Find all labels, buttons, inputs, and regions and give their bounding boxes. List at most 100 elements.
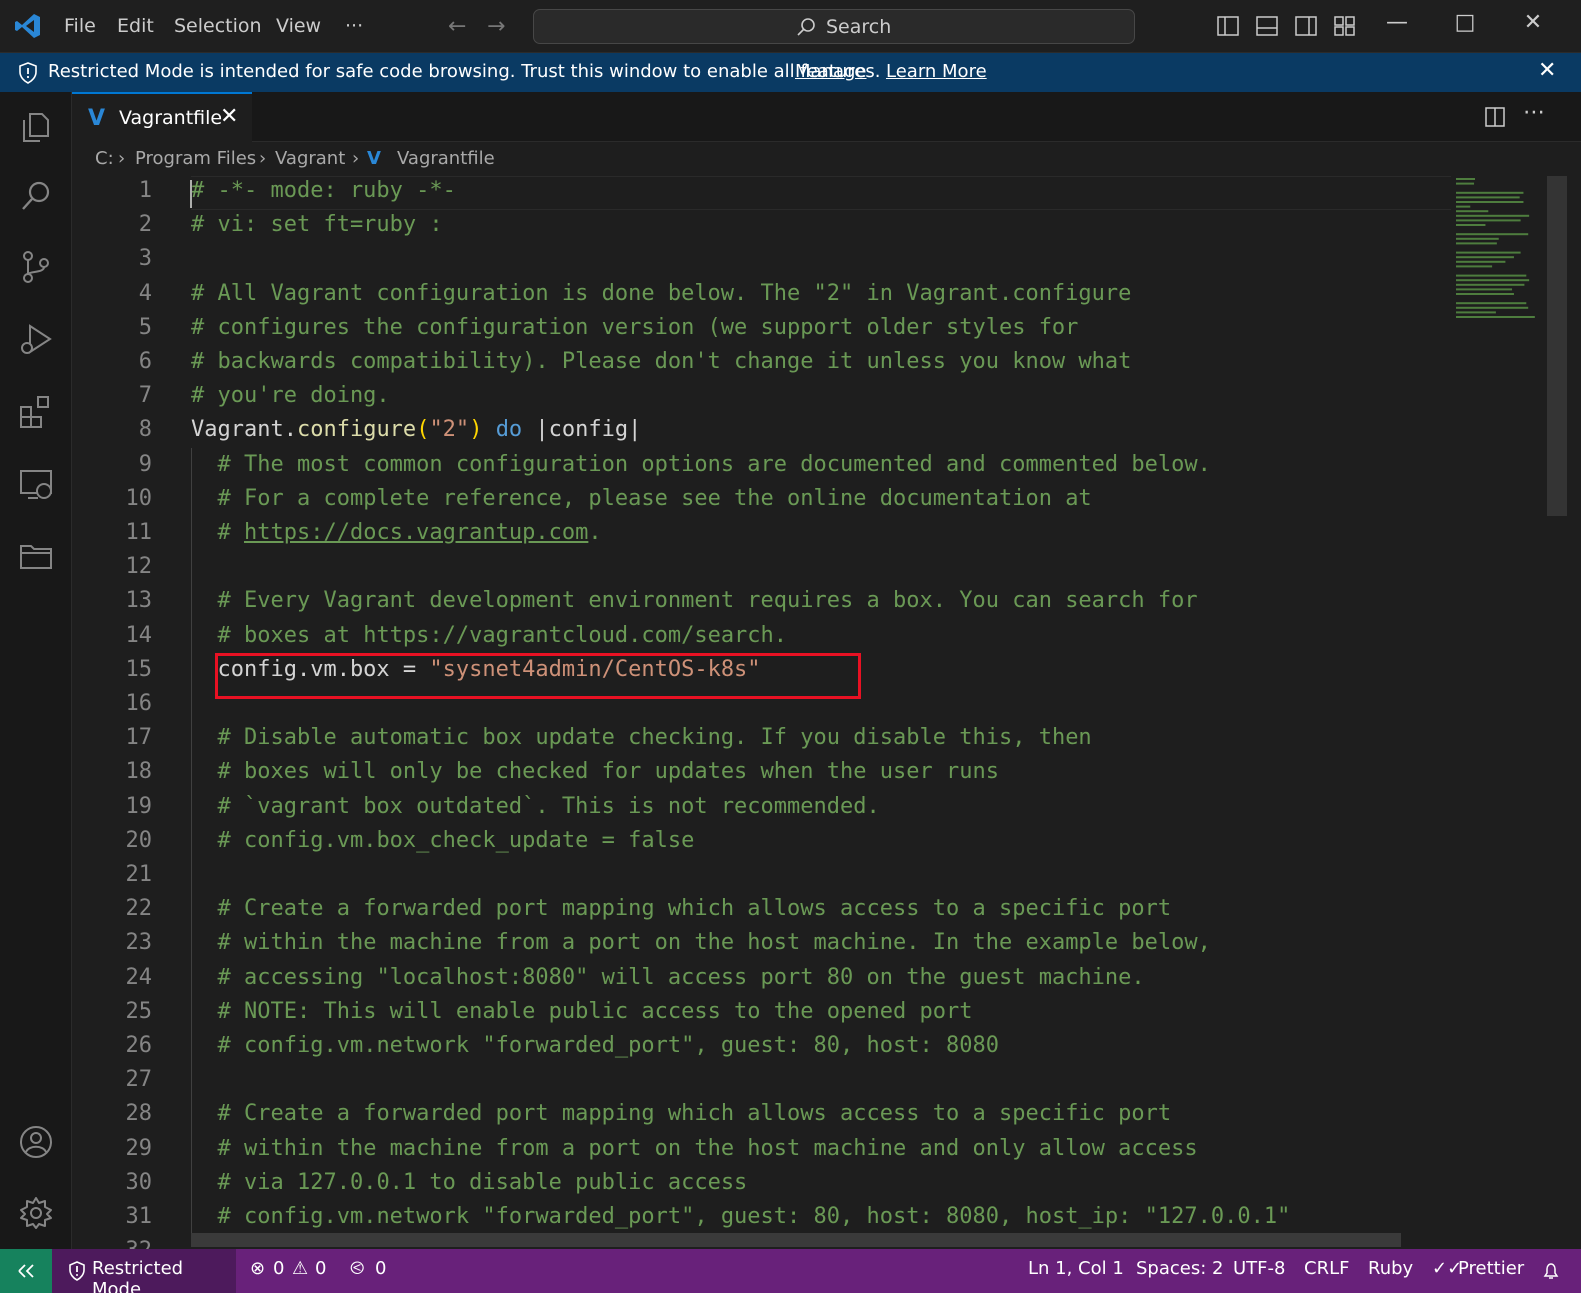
- folder-icon[interactable]: [18, 538, 54, 574]
- gear-icon[interactable]: [18, 1195, 54, 1231]
- code-line[interactable]: 23 # within the machine from a port on t…: [72, 928, 1581, 962]
- bell-icon[interactable]: [1541, 1261, 1561, 1281]
- menu-view[interactable]: View: [276, 0, 321, 53]
- code-line[interactable]: 18 # boxes will only be checked for upda…: [72, 757, 1581, 791]
- line-code: # All Vagrant configuration is done belo…: [191, 281, 1131, 306]
- forward-arrow-icon[interactable]: →: [487, 14, 505, 39]
- code-line[interactable]: 7 # you're doing.: [72, 381, 1581, 415]
- code-editor[interactable]: 1 # -*- mode: ruby -*- 2 # vi: set ft=ruby …: [72, 176, 1581, 1249]
- code-line[interactable]: 27: [72, 1065, 1581, 1099]
- vertical-scrollbar[interactable]: [1547, 176, 1567, 516]
- code-line[interactable]: 29 # within the machine from a port on t…: [72, 1134, 1581, 1168]
- code-line[interactable]: 11 # https://docs.vagrantup.com.: [72, 518, 1581, 552]
- horizontal-scrollbar[interactable]: [191, 1233, 1401, 1247]
- breadcrumb-drive[interactable]: C:: [95, 148, 114, 169]
- code-line[interactable]: 13 # Every Vagrant development environme…: [72, 586, 1581, 620]
- code-line[interactable]: 10 # For a complete reference, please se…: [72, 484, 1581, 518]
- breadcrumb-vagrant[interactable]: Vagrant: [275, 148, 345, 169]
- line-code: # you're doing.: [191, 383, 390, 408]
- code-line[interactable]: 22 # Create a forwarded port mapping whi…: [72, 894, 1581, 928]
- account-icon[interactable]: [18, 1124, 54, 1160]
- code-token: # Create a forwarded port mapping which …: [217, 896, 1172, 922]
- code-line[interactable]: 26 # config.vm.network "forwarded_port",…: [72, 1031, 1581, 1065]
- code-line[interactable]: 5 # configures the configuration version …: [72, 313, 1581, 347]
- line-code: # vi: set ft=ruby :: [191, 212, 443, 237]
- code-token: # Create a forwarded port mapping which …: [217, 1101, 1172, 1127]
- remote-explorer-icon[interactable]: [18, 467, 54, 503]
- command-center-search[interactable]: Search: [533, 9, 1135, 44]
- source-control-icon[interactable]: [18, 249, 54, 285]
- extensions-icon[interactable]: [18, 394, 54, 430]
- code-line[interactable]: 4 # All Vagrant configuration is done bel…: [72, 279, 1581, 313]
- code-line[interactable]: 24 # accessing "localhost:8080" will acc…: [72, 963, 1581, 997]
- customize-layout-icon[interactable]: [1333, 14, 1357, 38]
- run-debug-icon[interactable]: [18, 322, 54, 358]
- code-line[interactable]: 12: [72, 552, 1581, 586]
- minimap-line: [1456, 283, 1525, 286]
- code-line[interactable]: 14 # boxes at https://vagrantcloud.com/s…: [72, 621, 1581, 655]
- tab-vagrantfile[interactable]: V Vagrantfile ✕: [72, 92, 252, 142]
- split-editor-icon[interactable]: [1484, 106, 1506, 128]
- line-number: 8: [138, 417, 152, 443]
- code-line[interactable]: 19 # `vagrant box outdated`. This is not…: [72, 792, 1581, 826]
- code-line[interactable]: 2 # vi: set ft=ruby :: [72, 210, 1581, 244]
- ports-icon[interactable]: ⧀: [350, 1258, 364, 1279]
- menu-file[interactable]: File: [64, 0, 96, 53]
- line-number: 6: [138, 349, 152, 374]
- code-line[interactable]: 1 # -*- mode: ruby -*-: [72, 176, 1581, 210]
- status-bar: Restricted Mode ⊗ 0 ⚠ 0 ⧀ 0 Ln 1, Col 1 …: [0, 1249, 1581, 1293]
- warning-count[interactable]: 0: [315, 1258, 326, 1279]
- language-mode[interactable]: Ruby: [1368, 1258, 1413, 1279]
- code-line[interactable]: 25 # NOTE: This will enable public acces…: [72, 997, 1581, 1031]
- banner-text: Restricted Mode is intended for safe cod…: [48, 61, 881, 82]
- close-window-icon[interactable]: ✕: [1518, 10, 1548, 35]
- maximize-icon[interactable]: □: [1450, 10, 1480, 35]
- remote-indicator[interactable]: [0, 1249, 52, 1293]
- toggle-secondary-sidebar-icon[interactable]: [1294, 14, 1318, 38]
- toggle-primary-sidebar-icon[interactable]: [1216, 14, 1240, 38]
- back-arrow-icon[interactable]: ←: [448, 14, 466, 39]
- line-code: # config.vm.network "forwarded_port", gu…: [191, 1033, 999, 1058]
- menu-selection[interactable]: Selection: [174, 0, 262, 53]
- code-line[interactable]: 21: [72, 860, 1581, 894]
- code-line[interactable]: 30 # via 127.0.0.1 to disable public acc…: [72, 1168, 1581, 1202]
- learn-more-link[interactable]: Learn More: [886, 61, 987, 82]
- more-actions-icon[interactable]: ⋯: [1523, 100, 1545, 125]
- warning-icon[interactable]: ⚠: [292, 1258, 308, 1279]
- end-of-line[interactable]: CRLF: [1304, 1258, 1349, 1279]
- restricted-mode-status[interactable]: Restricted Mode: [52, 1249, 236, 1293]
- restricted-mode-banner: Restricted Mode is intended for safe cod…: [0, 53, 1581, 92]
- code-line[interactable]: 9 # The most common configuration option…: [72, 450, 1581, 484]
- close-tab-icon[interactable]: ✕: [220, 104, 238, 129]
- encoding[interactable]: UTF-8: [1233, 1258, 1285, 1279]
- code-line[interactable]: 3: [72, 244, 1581, 278]
- close-banner-icon[interactable]: ✕: [1538, 58, 1556, 83]
- line-code: # within the machine from a port on the …: [191, 930, 1211, 955]
- code-line[interactable]: 20 # config.vm.box_check_update = false: [72, 826, 1581, 860]
- menu-more[interactable]: ···: [345, 0, 363, 53]
- search-icon[interactable]: [18, 178, 54, 214]
- code-token: # accessing "localhost:8080" will access…: [217, 964, 1145, 990]
- line-number: 23: [125, 930, 153, 956]
- code-line[interactable]: 31 # config.vm.network "forwarded_port",…: [72, 1202, 1581, 1236]
- menu-edit[interactable]: Edit: [117, 0, 154, 53]
- code-line[interactable]: 6 # backwards compatibility). Please don'…: [72, 347, 1581, 381]
- code-line[interactable]: 8 Vagrant.configure("2") do |config|: [72, 415, 1581, 449]
- error-count[interactable]: 0: [273, 1258, 284, 1279]
- ports-count[interactable]: 0: [375, 1258, 386, 1279]
- explorer-icon[interactable]: [18, 108, 54, 144]
- breadcrumb-program-files[interactable]: Program Files: [135, 148, 256, 169]
- vagrant-file-icon: V: [88, 106, 106, 131]
- manage-link[interactable]: Manage: [795, 61, 867, 82]
- error-icon[interactable]: ⊗: [250, 1258, 265, 1279]
- code-line[interactable]: 28 # Create a forwarded port mapping whi…: [72, 1099, 1581, 1133]
- minimize-icon[interactable]: —: [1382, 10, 1412, 35]
- cursor-position[interactable]: Ln 1, Col 1: [1028, 1258, 1124, 1279]
- minimap[interactable]: [1454, 176, 1549, 336]
- code-line[interactable]: 17 # Disable automatic box update checki…: [72, 723, 1581, 757]
- breadcrumb-vagrantfile[interactable]: Vagrantfile: [397, 148, 495, 169]
- toggle-panel-icon[interactable]: [1255, 14, 1279, 38]
- prettier-status[interactable]: Prettier: [1458, 1258, 1524, 1279]
- indentation[interactable]: Spaces: 2: [1136, 1258, 1223, 1279]
